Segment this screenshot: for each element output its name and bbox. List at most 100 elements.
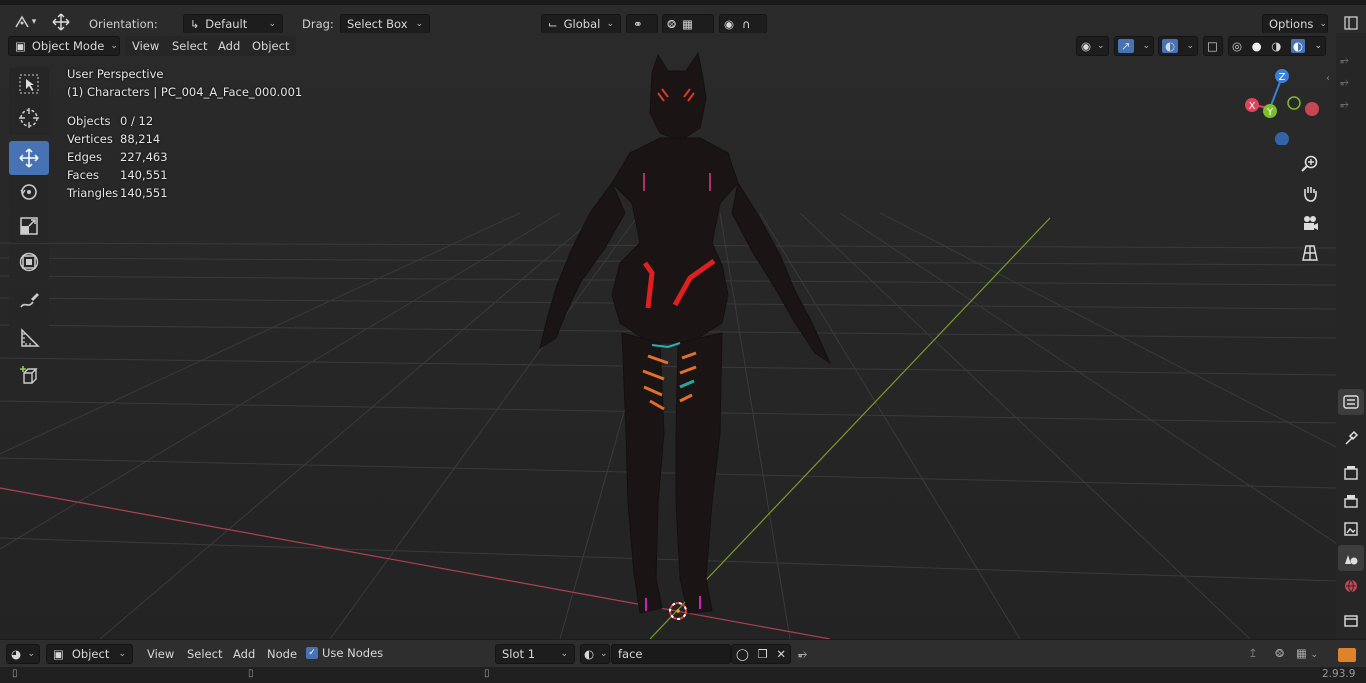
node-menu-view[interactable]: View xyxy=(140,644,181,664)
snap-target-icon[interactable]: ▦ xyxy=(682,17,693,31)
collection-tab-icon[interactable] xyxy=(1338,608,1364,634)
material-name-field[interactable]: face xyxy=(611,644,731,664)
snap-magnet-icon[interactable]: ⨷ xyxy=(1275,646,1284,661)
gizmo-y-label: Y xyxy=(1266,107,1274,118)
menu-object[interactable]: Object xyxy=(245,36,297,56)
node-sidebar-toggle[interactable] xyxy=(1338,648,1356,662)
cursor-tool[interactable] xyxy=(9,101,49,135)
proportional-editing-group[interactable]: ◉ ∩ xyxy=(719,14,767,34)
select-box-tool[interactable] xyxy=(9,67,49,101)
move-tool[interactable] xyxy=(9,141,49,175)
wireframe-shading-icon[interactable]: ◎ xyxy=(1232,39,1242,53)
editor-type-dropdown[interactable]: ◕ ⌄ xyxy=(6,644,40,664)
drag-value: Select Box xyxy=(347,17,408,31)
object-mode-icon: ▣ xyxy=(15,39,26,53)
mode-value: Object Mode xyxy=(31,39,105,53)
node-menu-add[interactable]: Add xyxy=(226,644,262,664)
overlays-toggle-group[interactable]: ◐ ⌄ xyxy=(1158,36,1198,56)
eye-icon: ◉ xyxy=(1081,39,1092,53)
zoom-icon[interactable] xyxy=(1297,150,1323,176)
stat-row-edges: Edges 227,463 xyxy=(67,150,168,164)
annotate-tool[interactable] xyxy=(9,285,49,319)
node-menu-node[interactable]: Node xyxy=(260,644,304,664)
view-layer-tab-icon[interactable] xyxy=(1338,516,1364,542)
pin-icon[interactable]: ⥵ xyxy=(798,646,807,661)
unlink-x-icon[interactable]: ✕ xyxy=(776,647,786,661)
chevron-down-icon: ⌄ xyxy=(1319,19,1327,29)
output-tab-icon[interactable] xyxy=(1338,488,1364,514)
falloff-curve-icon[interactable]: ∩ xyxy=(742,17,750,31)
render-tab-icon[interactable] xyxy=(1338,460,1364,486)
proportional-edit-icon[interactable]: ◉ xyxy=(724,17,734,31)
stat-label: Triangles xyxy=(67,186,119,200)
move-gizmo-icon[interactable] xyxy=(50,12,72,32)
measure-tool[interactable] xyxy=(9,321,49,355)
duplicate-material-icon[interactable]: ❐ xyxy=(757,647,767,661)
gizmo-x-label: X xyxy=(1249,101,1256,112)
snap-magnet-icon[interactable]: ⨷ xyxy=(667,17,676,32)
stat-value: 140,551 xyxy=(120,186,168,200)
axes-icon: ⌙ xyxy=(548,17,558,31)
sidebar-toggle-icon[interactable] xyxy=(1340,13,1362,33)
stat-label: Edges xyxy=(67,150,102,164)
material-sphere-icon: ◐ xyxy=(584,647,595,661)
chevron-down-icon[interactable]: ⌄ xyxy=(1314,41,1322,51)
navigation-gizmo[interactable]: Z X Y xyxy=(1240,65,1320,145)
collapse-arrow-icon[interactable]: ‹ xyxy=(1326,73,1330,84)
solid-shading-icon[interactable]: ● xyxy=(1252,39,1262,53)
drag-dropdown[interactable]: Select Box ⌄ xyxy=(340,14,430,34)
shading-mode-group[interactable]: ◎ ● ◑ ◐ ⌄ xyxy=(1228,36,1326,56)
options-dropdown[interactable]: Options ⌄ xyxy=(1262,14,1328,34)
pin-icon-2[interactable]: ⥵ xyxy=(1340,75,1349,89)
pin-icon-3[interactable]: ⥵ xyxy=(1340,97,1349,111)
shader-editor-header: ◕ ⌄ ▣ Object ⌄ View Select Add Node ✓ Use… xyxy=(0,639,1366,667)
shader-editor-icon: ◕ xyxy=(11,647,22,661)
tab-toggle-properties[interactable] xyxy=(1338,389,1364,415)
use-nodes-checkbox[interactable]: ✓ Use Nodes xyxy=(306,646,383,660)
viewport-grid xyxy=(0,33,1336,639)
menu-add[interactable]: Add xyxy=(211,36,248,56)
scene-tab-icon[interactable] xyxy=(1338,545,1364,571)
shader-type-dropdown[interactable]: ▣ Object ⌄ xyxy=(46,644,133,664)
add-cube-tool[interactable] xyxy=(9,359,49,393)
gizmo-toggle-group[interactable]: ↗ ⌄ xyxy=(1114,36,1154,56)
material-preview-icon[interactable]: ◑ xyxy=(1271,39,1281,53)
pin-icon-1[interactable]: ⥵ xyxy=(1340,53,1349,67)
rendered-shading-icon[interactable]: ◐ xyxy=(1290,39,1305,53)
rotate-tool[interactable] xyxy=(9,175,49,209)
snap-group[interactable]: ⨷ ▦ xyxy=(662,14,714,34)
menu-view[interactable]: View xyxy=(125,36,167,56)
ortho-grid-icon[interactable] xyxy=(1297,240,1323,266)
fake-user-shield-icon[interactable]: ◯ xyxy=(736,647,749,661)
camera-view-icon[interactable] xyxy=(1297,210,1323,236)
chevron-down-icon: ⌄ xyxy=(415,19,423,29)
stat-value: 0 / 12 xyxy=(120,114,154,128)
node-menu-select[interactable]: Select xyxy=(180,644,229,664)
pan-hand-icon[interactable] xyxy=(1297,180,1323,206)
3d-viewport[interactable]: User Perspective (1) Characters | PC_004… xyxy=(0,33,1336,639)
material-slot-dropdown[interactable]: Slot 1 ⌄ xyxy=(495,644,575,664)
chevron-down-icon: ⌄ xyxy=(600,649,608,659)
browse-material-dropdown[interactable]: ◐ ⌄ xyxy=(580,644,610,664)
chevron-down-icon: ⌄ xyxy=(1142,41,1150,51)
menu-select[interactable]: Select xyxy=(165,36,215,56)
view-name: User Perspective xyxy=(67,67,164,81)
world-tab-icon[interactable] xyxy=(1338,573,1364,599)
chevron-down-icon: ⌄ xyxy=(27,649,35,659)
visibility-dropdown[interactable]: ◉ ⌄ xyxy=(1076,36,1109,56)
interaction-mode-dropdown[interactable]: ▣ Object Mode ⌄ xyxy=(8,36,120,56)
pivot-point-dropdown[interactable]: ⚭ xyxy=(626,14,658,34)
xray-toggle[interactable]: □ xyxy=(1203,36,1223,56)
tool-settings-tab-icon[interactable] xyxy=(1338,425,1364,451)
transform-orientation-dropdown[interactable]: ⌙ Global ⌄ xyxy=(541,14,621,34)
scale-tool[interactable] xyxy=(9,209,49,243)
orientation-dropdown[interactable]: ↳ Default ⌄ xyxy=(183,14,283,34)
parent-node-tree-icon[interactable]: ↥ xyxy=(1248,646,1258,660)
snap-element-dropdown[interactable]: ▦ ⌄ xyxy=(1296,646,1318,660)
editor-type-icon[interactable]: ▾ xyxy=(10,12,40,32)
material-name-value: face xyxy=(618,647,643,661)
overlays-icon[interactable]: ◐ xyxy=(1162,39,1179,53)
version-label: 2.93.9 xyxy=(1322,668,1356,680)
gizmo-icon[interactable]: ↗ xyxy=(1118,39,1134,53)
transform-tool[interactable] xyxy=(9,245,49,279)
